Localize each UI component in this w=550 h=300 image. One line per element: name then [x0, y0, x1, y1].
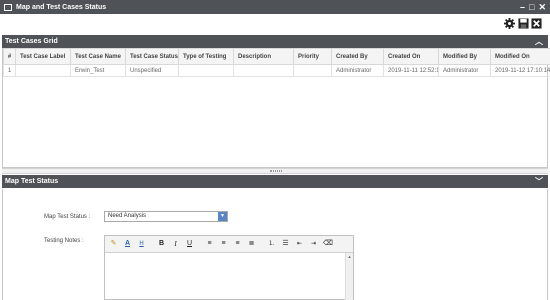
- window-controls: – □ ✕: [520, 1, 546, 13]
- close-button[interactable]: ✕: [538, 1, 546, 13]
- table-cell: [293, 64, 332, 77]
- table-cell: Erwin_Test: [70, 64, 126, 77]
- align-right-icon[interactable]: ≡: [233, 239, 242, 249]
- underline-icon[interactable]: U: [185, 239, 194, 249]
- table-cell: 1: [3, 64, 16, 77]
- map-test-status-select[interactable]: Need Analysis ▼: [104, 211, 228, 222]
- table-cell: [233, 64, 294, 77]
- dropdown-arrow-icon[interactable]: ▼: [218, 212, 227, 221]
- close-box-icon[interactable]: [531, 18, 542, 29]
- test-cases-table: # Test Case Label Test Case Name Test Ca…: [3, 48, 550, 77]
- highlight-icon[interactable]: H: [137, 239, 146, 249]
- table-cell: 2019-11-12 17:10:14: [490, 64, 550, 77]
- outdent-icon[interactable]: ⇤: [295, 239, 304, 249]
- column-header[interactable]: Test Case Name: [70, 48, 126, 65]
- table-cell: Unspecified: [125, 64, 179, 77]
- column-header[interactable]: Test Case Status: [125, 48, 179, 65]
- column-header[interactable]: Modified By: [438, 48, 491, 65]
- splitter-grip[interactable]: [270, 170, 282, 172]
- indent-icon[interactable]: ⇥: [309, 239, 318, 249]
- window-icon: [4, 3, 12, 11]
- window-titlebar: Map and Test Cases Status – □ ✕: [0, 0, 550, 14]
- format-painter-icon[interactable]: ✎: [109, 239, 118, 249]
- maximize-button[interactable]: □: [529, 1, 534, 13]
- italic-icon[interactable]: I: [171, 239, 180, 249]
- table-header-row: # Test Case Label Test Case Name Test Ca…: [3, 48, 550, 65]
- table-cell: Administrator: [438, 64, 491, 77]
- bold-icon[interactable]: B: [157, 239, 166, 249]
- column-header[interactable]: Priority: [293, 48, 332, 65]
- save-icon[interactable]: [518, 18, 529, 29]
- minimize-button[interactable]: –: [520, 1, 525, 13]
- font-color-icon[interactable]: A: [123, 239, 132, 249]
- table-cell: Administrator: [331, 64, 384, 77]
- clear-format-icon[interactable]: ⌫: [323, 239, 333, 249]
- align-center-icon[interactable]: ≡: [219, 239, 228, 249]
- column-header[interactable]: Created By: [331, 48, 384, 65]
- column-header[interactable]: Modified On: [490, 48, 550, 65]
- window-title: Map and Test Cases Status: [16, 3, 107, 11]
- editor-toolbar: ✎ A H B I U ≡ ≡ ≡ ≣ ⒈ ☰ ⇤ ⇥ ⌫: [105, 236, 353, 253]
- table-cell: [178, 64, 234, 77]
- column-header[interactable]: Created On: [383, 48, 439, 65]
- column-header[interactable]: #: [3, 48, 16, 65]
- column-header[interactable]: Description: [233, 48, 294, 65]
- test-cases-grid-title: Test Cases Grid: [5, 38, 58, 45]
- table-row[interactable]: 1 Erwin_Test Unspecified Administrator 2…: [3, 64, 550, 77]
- chevron-up-icon[interactable]: ︿: [535, 35, 543, 48]
- unordered-list-icon[interactable]: ☰: [281, 239, 290, 249]
- toolbar: [0, 14, 550, 34]
- test-cases-grid-header[interactable]: Test Cases Grid ︿: [2, 35, 548, 48]
- editor-scrollbar[interactable]: ▲: [345, 253, 353, 300]
- column-header[interactable]: Test Case Label: [15, 48, 71, 65]
- align-left-icon[interactable]: ≡: [205, 239, 214, 249]
- selected-value: Need Analysis: [108, 213, 147, 219]
- table-cell: [15, 64, 71, 77]
- table-cell: 2019-11-11 12:52:19.: [383, 64, 439, 77]
- ordered-list-icon[interactable]: ⒈: [267, 239, 276, 249]
- chevron-down-icon[interactable]: ﹀: [535, 175, 543, 188]
- map-test-status-title: Map Test Status: [5, 178, 59, 185]
- gear-icon[interactable]: [504, 18, 515, 29]
- testing-notes-editor[interactable]: ✎ A H B I U ≡ ≡ ≡ ≣ ⒈ ☰ ⇤ ⇥ ⌫ ▲: [104, 235, 354, 300]
- notes-text-area[interactable]: [107, 255, 343, 299]
- map-test-status-label: Map Test Status :: [44, 214, 91, 220]
- justify-icon[interactable]: ≣: [247, 239, 256, 249]
- panel-splitter[interactable]: [2, 168, 548, 174]
- map-test-status-header[interactable]: Map Test Status ﹀: [2, 175, 548, 188]
- test-cases-grid: # Test Case Label Test Case Name Test Ca…: [2, 48, 550, 168]
- column-header[interactable]: Type of Testing: [178, 48, 234, 65]
- scroll-up-icon[interactable]: ▲: [346, 253, 353, 261]
- testing-notes-label: Testing Notes :: [44, 238, 84, 244]
